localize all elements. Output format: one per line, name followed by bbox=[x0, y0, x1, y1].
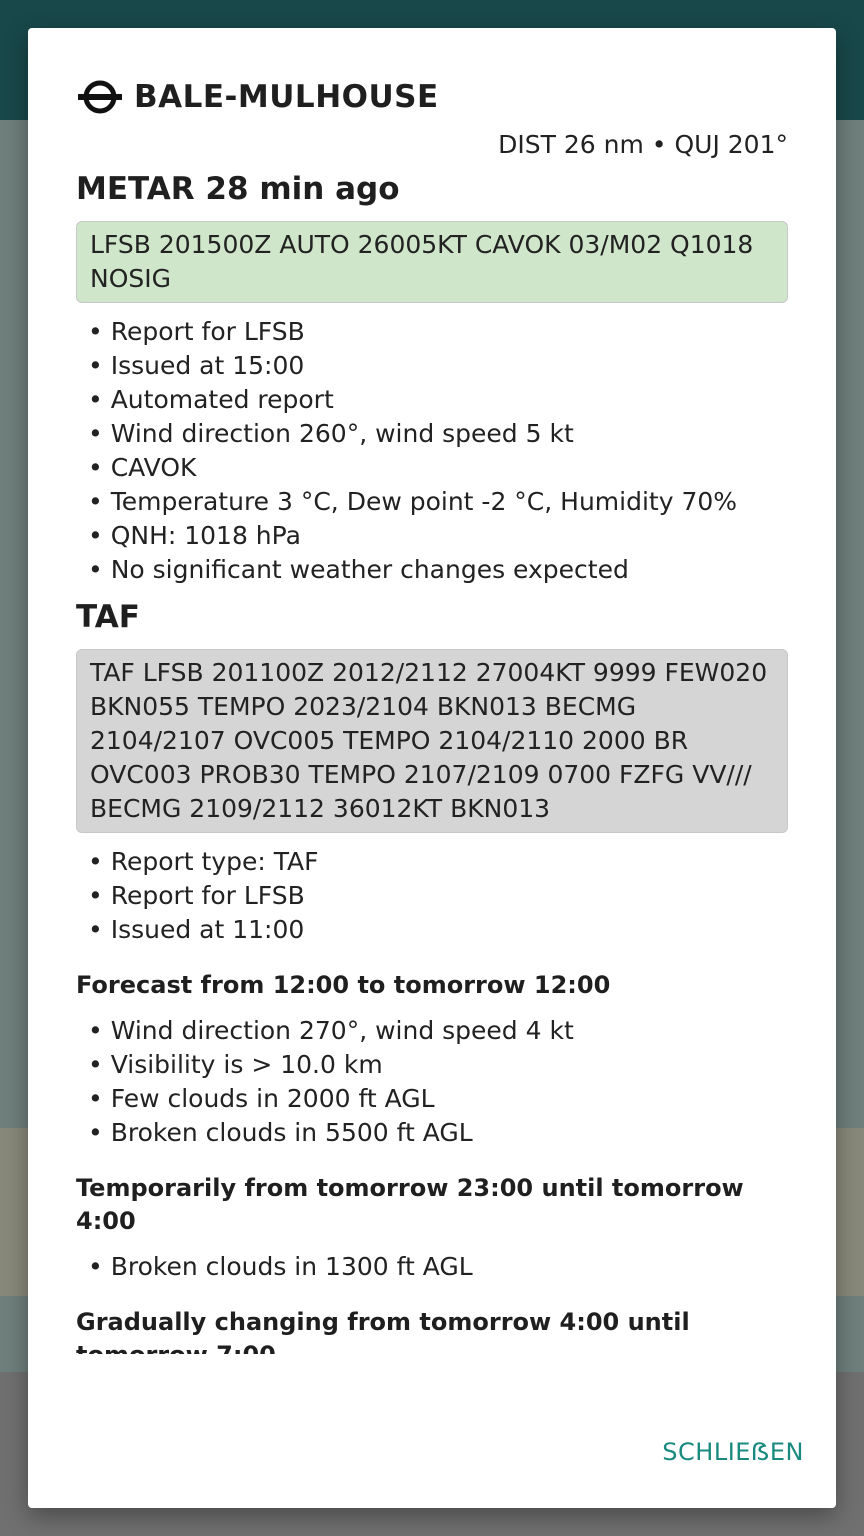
list-item: • Broken clouds in 5500 ft AGL bbox=[88, 1118, 473, 1147]
close-button[interactable]: SCHLIEẞEN bbox=[662, 1438, 804, 1466]
list-item: • Issued at 11:00 bbox=[88, 915, 305, 944]
list-item: • Report for LFSB bbox=[88, 317, 305, 346]
list-item: • Issued at 15:00 bbox=[88, 351, 305, 380]
list-item: • Visibility is > 10.0 km bbox=[88, 1050, 383, 1079]
taf-decoded-list: • Report type: TAF • Report for LFSB • I… bbox=[76, 845, 788, 947]
list-item: • No significant weather changes expecte… bbox=[88, 555, 629, 584]
taf-raw: TAF LFSB 201100Z 2012/2112 27004KT 9999 … bbox=[76, 649, 788, 833]
list-item: • Report for LFSB bbox=[88, 881, 305, 910]
tempo-period-title: Temporarily from tomorrow 23:00 until to… bbox=[76, 1174, 744, 1235]
forecast-period-list: • Wind direction 270°, wind speed 4 kt •… bbox=[76, 1014, 788, 1150]
weather-dialog: BALE-MULHOUSE DIST 26 nm • QUJ 201° META… bbox=[28, 28, 836, 1508]
list-item: • Temperature 3 °C, Dew point -2 °C, Hum… bbox=[88, 487, 738, 516]
taf-title: TAF bbox=[76, 599, 140, 635]
list-item: • Broken clouds in 1300 ft AGL bbox=[88, 1252, 473, 1281]
list-item: • Wind direction 260°, wind speed 5 kt bbox=[88, 419, 574, 448]
airport-title: BALE-MULHOUSE bbox=[134, 79, 439, 115]
metar-raw: LFSB 201500Z AUTO 26005KT CAVOK 03/M02 Q… bbox=[76, 221, 788, 303]
list-item: • CAVOK bbox=[88, 453, 197, 482]
list-item: • QNH: 1018 hPa bbox=[88, 521, 301, 550]
metar-title: METAR 28 min ago bbox=[76, 171, 400, 207]
metar-decoded-list: • Report for LFSB • Issued at 15:00 • Au… bbox=[76, 315, 788, 587]
dialog-content[interactable]: DIST 26 nm • QUJ 201° METAR 28 min ago L… bbox=[76, 122, 788, 1354]
list-item: • Few clouds in 2000 ft AGL bbox=[88, 1084, 435, 1113]
dialog-header: BALE-MULHOUSE bbox=[76, 72, 788, 122]
becmg-period-title: Gradually changing from tomorrow 4:00 un… bbox=[76, 1308, 690, 1354]
list-item: • Report type: TAF bbox=[88, 847, 319, 876]
list-item: • Wind direction 270°, wind speed 4 kt bbox=[88, 1016, 574, 1045]
airport-icon bbox=[76, 77, 124, 117]
distance-bearing: DIST 26 nm • QUJ 201° bbox=[498, 130, 788, 159]
list-item: • Automated report bbox=[88, 385, 334, 414]
forecast-period-title: Forecast from 12:00 to tomorrow 12:00 bbox=[76, 971, 611, 999]
tempo-period-list: • Broken clouds in 1300 ft AGL bbox=[76, 1250, 788, 1284]
